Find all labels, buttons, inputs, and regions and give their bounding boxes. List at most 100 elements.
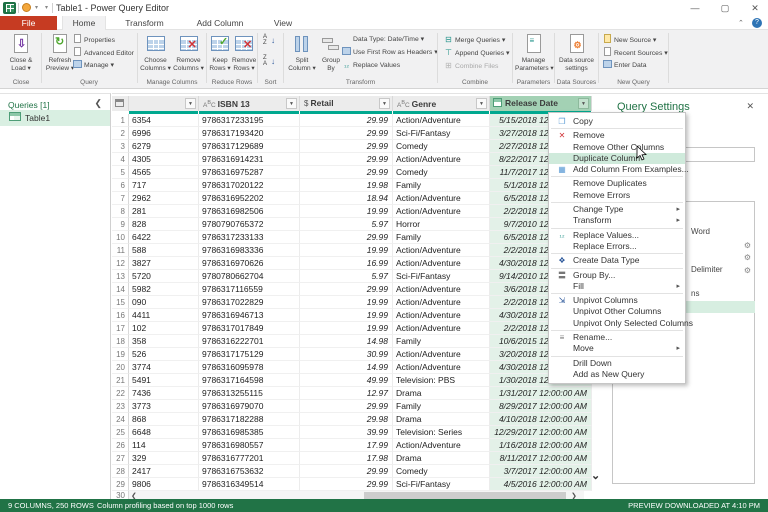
cell[interactable]: Action/Adventure [393,192,490,205]
cell[interactable]: 717 [129,179,199,192]
cell[interactable]: 12.97 [300,387,393,400]
cell[interactable]: 9786317233133 [199,231,300,244]
select-all-corner[interactable] [112,96,129,111]
cell[interactable]: Action/Adventure [393,153,490,166]
scrollbar-thumb[interactable] [364,492,566,499]
cell[interactable]: 6279 [129,140,199,153]
cell[interactable]: 30.99 [300,348,393,361]
cell[interactable]: 3773 [129,400,199,413]
column-header-hidden[interactable]: ▼ [129,96,199,111]
row-number[interactable]: 2 [112,127,129,140]
cell[interactable]: Action/Adventure [393,296,490,309]
filter-icon[interactable]: ▼ [476,98,487,109]
cell[interactable]: 19.99 [300,205,393,218]
cell[interactable]: Family [393,400,490,413]
cell[interactable]: Action/Adventure [393,322,490,335]
gear-icon[interactable]: ⚙ [744,265,751,277]
cell[interactable]: 19.99 [300,296,393,309]
query-settings-close-icon[interactable]: ✕ [746,101,754,112]
cell[interactable]: 281 [129,205,199,218]
row-number[interactable]: 26 [112,439,129,452]
menu-item-rename-[interactable]: ≡Rename... [549,332,685,343]
cell[interactable]: 19.99 [300,322,393,335]
row-number[interactable]: 15 [112,296,129,309]
cell[interactable]: 4565 [129,166,199,179]
menu-item-unpivot-other-columns[interactable]: Unpivot Other Columns [549,306,685,317]
row-number[interactable]: 25 [112,426,129,439]
qat-dropdown-icon2[interactable]: ▾ [45,4,48,11]
enter-databutton[interactable]: Enter Data [602,60,647,71]
cell[interactable]: 526 [129,348,199,361]
menu-item-unpivot-only-selected-columns[interactable]: Unpivot Only Selected Columns [549,318,685,329]
qat-dropdown-icon[interactable]: ▾ [35,4,38,11]
cell[interactable]: 9786316983336 [199,244,300,257]
row-number[interactable]: 4 [112,153,129,166]
filter-icon[interactable]: ▼ [379,98,390,109]
cell[interactable]: 4/10/2018 12:00:00 AM [490,413,592,426]
tab-home[interactable]: Home [62,16,106,30]
cell[interactable]: 5.97 [300,270,393,283]
cell[interactable]: 4411 [129,309,199,322]
row-number[interactable]: 14 [112,283,129,296]
filter-icon[interactable]: ▼ [185,98,196,109]
cell[interactable]: 9786317017849 [199,322,300,335]
tab-view[interactable]: View [261,16,305,30]
row-number[interactable]: 29 [112,478,129,491]
cell[interactable]: 9780780662704 [199,270,300,283]
cell[interactable]: Action/Adventure [393,309,490,322]
row-number[interactable]: 6 [112,179,129,192]
sort-descending-button[interactable]: ZA [263,55,267,67]
cell[interactable]: Action/Adventure [393,205,490,218]
cell[interactable]: 5.97 [300,218,393,231]
replace-valuesbutton[interactable]: ₁₂Replace Values [341,60,400,71]
data-source-settingsbutton[interactable]: ⚙Data sourcesettings [557,31,596,73]
cell[interactable]: 29.99 [300,114,393,127]
cell[interactable]: 3774 [129,361,199,374]
menu-item-drill-down[interactable]: Drill Down [549,358,685,369]
help-icon[interactable]: ? [752,18,762,28]
cell[interactable]: 9786316970626 [199,257,300,270]
minimize-button[interactable]: — [682,1,708,16]
cell[interactable]: 9786317175129 [199,348,300,361]
cell[interactable]: Action/Adventure [393,244,490,257]
cell[interactable]: 19.99 [300,244,393,257]
ribbon-collapse-icon[interactable]: ⌃ [738,19,744,27]
propertiesbutton[interactable]: Properties [72,34,115,45]
cell[interactable]: 29.99 [300,140,393,153]
cell[interactable]: Television: PBS [393,374,490,387]
row-number[interactable]: 11 [112,244,129,257]
cell[interactable]: Action/Adventure [393,348,490,361]
row-number[interactable]: 27 [112,452,129,465]
cell[interactable]: 9780790765372 [199,218,300,231]
menu-item-change-type[interactable]: Change Type▸ [549,204,685,215]
tab-file[interactable]: File [0,16,57,30]
cell[interactable]: Sci-Fi/Fantasy [393,127,490,140]
gear-icon[interactable]: ⚙ [744,240,751,252]
cell[interactable]: 9786317193420 [199,127,300,140]
split-column-button[interactable]: SplitColumn ▾ [287,31,317,73]
row-number[interactable]: 10 [112,231,129,244]
cell[interactable]: 29.99 [300,283,393,296]
cell[interactable]: 329 [129,452,199,465]
cell[interactable]: 9786317164598 [199,374,300,387]
cell[interactable]: 9786317020122 [199,179,300,192]
merge-queries-button[interactable]: ⊟Merge Queries ▾ [443,34,505,45]
cell[interactable]: Sci-Fi/Fantasy [393,478,490,491]
row-number[interactable]: 17 [112,322,129,335]
use-first-row-as-headers-button[interactable]: Use First Row as Headers ▾ [341,47,438,58]
cell[interactable]: 19.99 [300,309,393,322]
filter-icon[interactable]: ▼ [286,98,297,109]
menu-item-copy[interactable]: ❐Copy [549,116,685,127]
cell[interactable]: 29.99 [300,465,393,478]
cell[interactable]: 18.94 [300,192,393,205]
column-header-retail[interactable]: $Retail▼ [300,96,393,111]
remove-columns-button[interactable]: ✕RemoveColumns ▾ [172,31,205,73]
cell[interactable]: 4305 [129,153,199,166]
cell[interactable]: Drama [393,413,490,426]
menu-item-add-column-from-examples-[interactable]: ▦Add Column From Examples... [549,164,685,175]
cell[interactable]: 29.99 [300,153,393,166]
menu-item-move[interactable]: Move▸ [549,343,685,354]
menu-item-unpivot-columns[interactable]: ⇲Unpivot Columns [549,295,685,306]
cell[interactable]: 9786316222701 [199,335,300,348]
cell[interactable]: 102 [129,322,199,335]
